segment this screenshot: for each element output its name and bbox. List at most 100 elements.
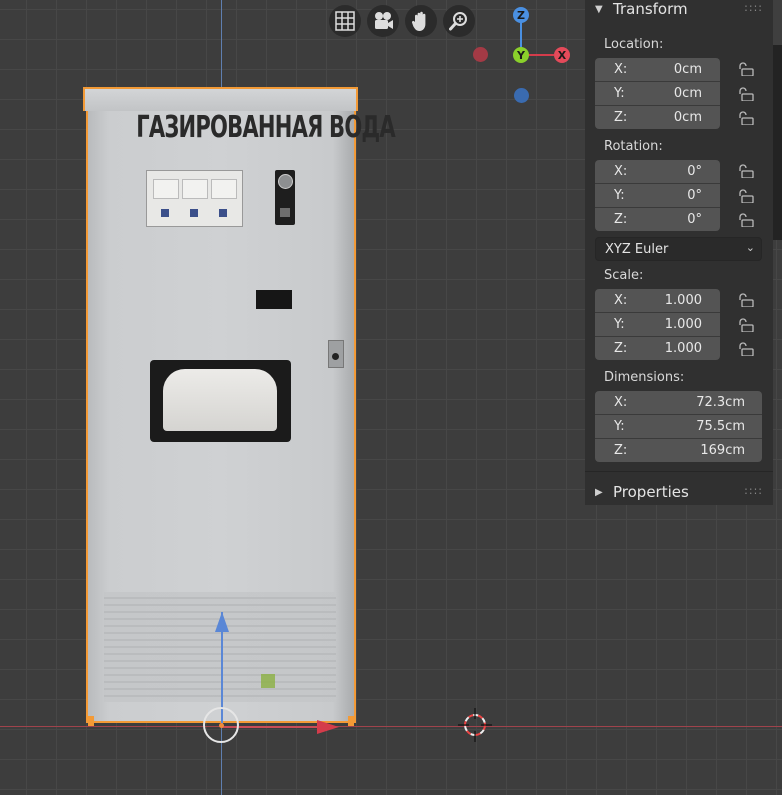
dimension-z-field[interactable]: Z: 169cm	[595, 439, 762, 462]
panel-divider	[585, 471, 773, 472]
field-value: 0°	[687, 188, 702, 203]
axis-z-ball[interactable]: Z	[513, 7, 529, 23]
dimension-x-field[interactable]: X: 72.3cm	[595, 391, 762, 415]
rotation-y-field[interactable]: Y: 0°	[595, 184, 720, 208]
dimensions-fields: X: 72.3cm Y: 75.5cm Z: 169cm	[595, 391, 762, 462]
axis-label: X:	[614, 62, 628, 77]
properties-panel-header[interactable]: ▶ Properties ::::	[585, 479, 773, 505]
vent-grille	[104, 592, 336, 702]
rotation-mode-select[interactable]: XYZ Euler ⌄	[595, 237, 762, 261]
gauge-button	[190, 209, 198, 217]
location-y-field[interactable]: Y: 0cm	[595, 82, 720, 106]
field-value: 1.000	[664, 341, 702, 356]
rotation-mode-value: XYZ Euler	[605, 242, 669, 257]
lock-icon[interactable]	[737, 111, 755, 125]
axis-x-ball[interactable]: X	[554, 47, 570, 63]
3d-cursor-icon[interactable]	[458, 708, 492, 742]
axis-label: X:	[614, 293, 628, 308]
field-value: 0°	[687, 164, 702, 179]
rotation-fields: X: 0° Y: 0° Z: 0°	[595, 160, 720, 231]
chevron-down-icon: ⌄	[745, 241, 755, 254]
sidebar-tab-view[interactable]	[773, 105, 782, 165]
axis-label: Y:	[614, 419, 625, 434]
gauge	[153, 179, 179, 199]
field-value: 0°	[687, 212, 702, 227]
location-z-field[interactable]: Z: 0cm	[595, 106, 720, 129]
lock-icon[interactable]	[737, 164, 755, 178]
axis-label: Z:	[614, 212, 628, 227]
collapse-triangle-icon: ▼	[595, 3, 603, 15]
axis-y-ball[interactable]: Y	[513, 47, 529, 63]
gauge-panel	[146, 170, 243, 227]
axis-label: Y:	[614, 317, 625, 332]
dimensions-label: Dimensions:	[604, 370, 685, 385]
zoom-icon	[449, 12, 467, 31]
dispenser-niche	[150, 360, 291, 442]
gauge	[182, 179, 208, 199]
scale-fields: X: 1.000 Y: 1.000 Z: 1.000	[595, 289, 720, 360]
properties-title: Properties	[613, 483, 689, 501]
camera-view-button[interactable]	[367, 5, 399, 37]
axis-label: X:	[614, 164, 628, 179]
pan-view-button[interactable]	[405, 5, 437, 37]
axis-label: Y:	[614, 86, 625, 101]
sidebar-tab-create[interactable]	[773, 170, 782, 230]
axis-neg-z-ball[interactable]	[514, 88, 529, 103]
axis-x-label: X	[557, 48, 567, 62]
axis-neg-x-ball[interactable]	[473, 47, 488, 62]
lock-icon[interactable]	[737, 293, 755, 307]
lock-icon[interactable]	[737, 213, 755, 227]
expand-triangle-icon: ▶	[595, 486, 603, 498]
coin-dial	[278, 174, 293, 189]
location-fields: X: 0cm Y: 0cm Z: 0cm	[595, 58, 720, 129]
location-label: Location:	[604, 37, 664, 52]
axis-label: X:	[614, 395, 628, 410]
x-axis-line	[0, 726, 782, 727]
sidebar-n-panel: ▼ Transform :::: Location: X: 0cm Y: 0cm Z…	[585, 0, 773, 505]
axis-label: Y:	[614, 188, 625, 203]
gauge	[211, 179, 237, 199]
drag-grip-icon[interactable]: ::::	[744, 1, 763, 14]
machine-title-text: ГАЗИРОВАННАЯ ВОДА	[136, 110, 396, 145]
hand-pan-icon	[411, 11, 426, 31]
transform-title: Transform	[613, 0, 688, 18]
drag-grip-icon[interactable]: ::::	[744, 484, 763, 497]
gauge-button	[161, 209, 169, 217]
x-move-arrow-head[interactable]	[317, 720, 339, 734]
lock-icon[interactable]	[737, 189, 755, 203]
toggle-grid-button[interactable]	[329, 5, 361, 37]
scale-y-field[interactable]: Y: 1.000	[595, 313, 720, 337]
scale-label: Scale:	[604, 268, 644, 283]
object-origin-dot	[219, 723, 224, 728]
xz-plane-handle[interactable]	[261, 674, 275, 688]
lock-icon[interactable]	[737, 87, 755, 101]
sidebar-tab-tool[interactable]	[773, 50, 782, 100]
axis-label: Z:	[614, 443, 628, 458]
grid-icon	[335, 11, 355, 31]
field-value: 0cm	[673, 62, 702, 77]
dimension-y-field[interactable]: Y: 75.5cm	[595, 415, 762, 439]
z-move-arrow-head[interactable]	[215, 612, 229, 632]
axis-z-label: Z	[517, 8, 525, 22]
scale-z-field[interactable]: Z: 1.000	[595, 337, 720, 360]
coin-slot	[275, 170, 295, 225]
field-value: 169cm	[700, 443, 745, 458]
rotation-z-field[interactable]: Z: 0°	[595, 208, 720, 231]
axis-label: Z:	[614, 341, 628, 356]
axis-y-label: Y	[517, 48, 525, 62]
lock-icon[interactable]	[737, 318, 755, 332]
camera-icon	[375, 12, 393, 29]
transform-panel-header[interactable]: ▼ Transform ::::	[585, 0, 773, 22]
field-value: 1.000	[664, 317, 702, 332]
lock-icon[interactable]	[737, 342, 755, 356]
location-x-field[interactable]: X: 0cm	[595, 58, 720, 82]
sidebar-tab-item[interactable]	[773, 0, 782, 45]
coin-hole	[280, 208, 290, 217]
axis-label: Z:	[614, 110, 628, 125]
rotation-x-field[interactable]: X: 0°	[595, 160, 720, 184]
dispenser-niche-inner	[163, 369, 277, 431]
field-value: 1.000	[664, 293, 702, 308]
scale-x-field[interactable]: X: 1.000	[595, 289, 720, 313]
lock-icon[interactable]	[737, 62, 755, 76]
field-value: 0cm	[673, 86, 702, 101]
